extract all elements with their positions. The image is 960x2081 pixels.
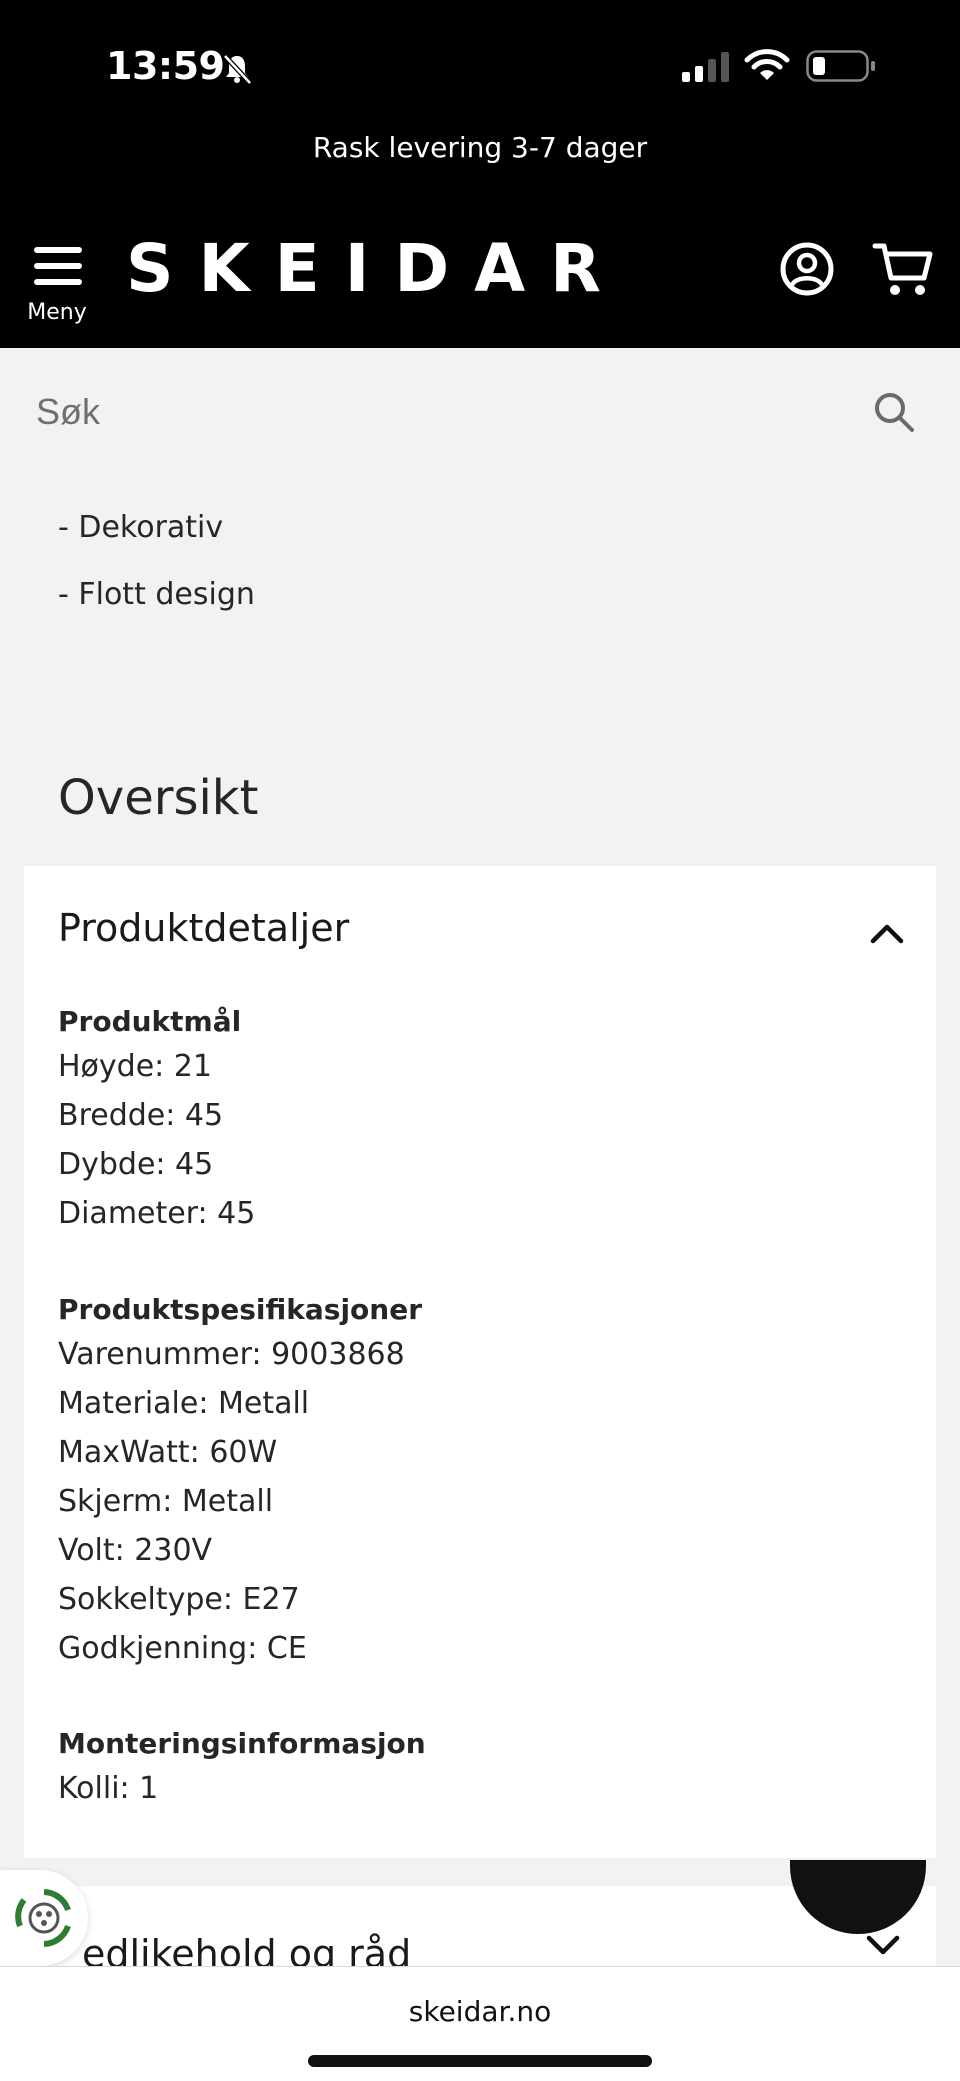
address-bar[interactable]: skeidar.no (0, 1995, 960, 2028)
chevron-down-icon[interactable] (866, 1934, 900, 1960)
cellular-signal-icon (680, 52, 732, 86)
browser-toolbar: skeidar.no (0, 1966, 960, 2081)
product-details-header[interactable]: Produktdetaljer (58, 906, 349, 950)
search-input[interactable] (36, 384, 836, 440)
spec-line: MaxWatt: 60W (58, 1435, 278, 1470)
bell-muted-icon (220, 52, 254, 90)
account-icon[interactable] (778, 240, 836, 302)
home-indicator (308, 2055, 652, 2067)
assembly-group: Monteringsinformasjon Kolli: 1 (58, 1724, 426, 1813)
skeidar-logo[interactable]: SKEIDAR (126, 232, 626, 306)
feature-list: - Dekorativ - Flott design (58, 494, 255, 628)
spec-line: Dybde: 45 (58, 1147, 214, 1182)
wifi-icon (744, 48, 790, 86)
search-bar (0, 348, 960, 476)
menu-button[interactable]: Meny (22, 240, 92, 330)
cart-icon[interactable] (872, 240, 934, 302)
status-bar: 13:59 (0, 44, 960, 88)
spec-line: Varenummer: 9003868 (58, 1337, 405, 1372)
spec-line: Godkjenning: CE (58, 1631, 307, 1666)
dimensions-group: Produktmål Høyde: 21 Bredde: 45 Dybde: 4… (58, 1002, 255, 1238)
spec-line: Sokkeltype: E27 (58, 1582, 300, 1617)
overview-title: Oversikt (58, 770, 259, 826)
hamburger-icon (34, 242, 82, 294)
spec-line: Diameter: 45 (58, 1196, 256, 1231)
search-icon[interactable] (872, 390, 916, 438)
recycle-icon (15, 1889, 71, 1947)
site-header: 13:59 Rask levering 3-7 dager Meny SKEID… (0, 0, 960, 348)
feature-item: - Flott design (58, 577, 255, 612)
status-time: 13:59 (106, 44, 225, 88)
group-heading: Monteringsinformasjon (58, 1727, 426, 1760)
spec-line: Kolli: 1 (58, 1771, 159, 1806)
menu-label: Meny (27, 300, 87, 325)
spec-line: Skjerm: Metall (58, 1484, 274, 1519)
spec-line: Materiale: Metall (58, 1386, 310, 1421)
feature-item: - Dekorativ (58, 510, 224, 545)
chevron-up-icon[interactable] (870, 922, 904, 948)
spec-line: Bredde: 45 (58, 1098, 224, 1133)
product-details-panel: Produktdetaljer Produktmål Høyde: 21 Bre… (24, 866, 936, 1858)
spec-line: Volt: 230V (58, 1533, 213, 1568)
group-heading: Produktspesifikasjoner (58, 1293, 423, 1326)
spec-line: Høyde: 21 (58, 1049, 212, 1084)
delivery-banner: Rask levering 3-7 dager (312, 131, 648, 164)
battery-icon (806, 50, 876, 86)
group-heading: Produktmål (58, 1005, 242, 1038)
specifications-group: Produktspesifikasjoner Varenummer: 90038… (58, 1290, 422, 1673)
